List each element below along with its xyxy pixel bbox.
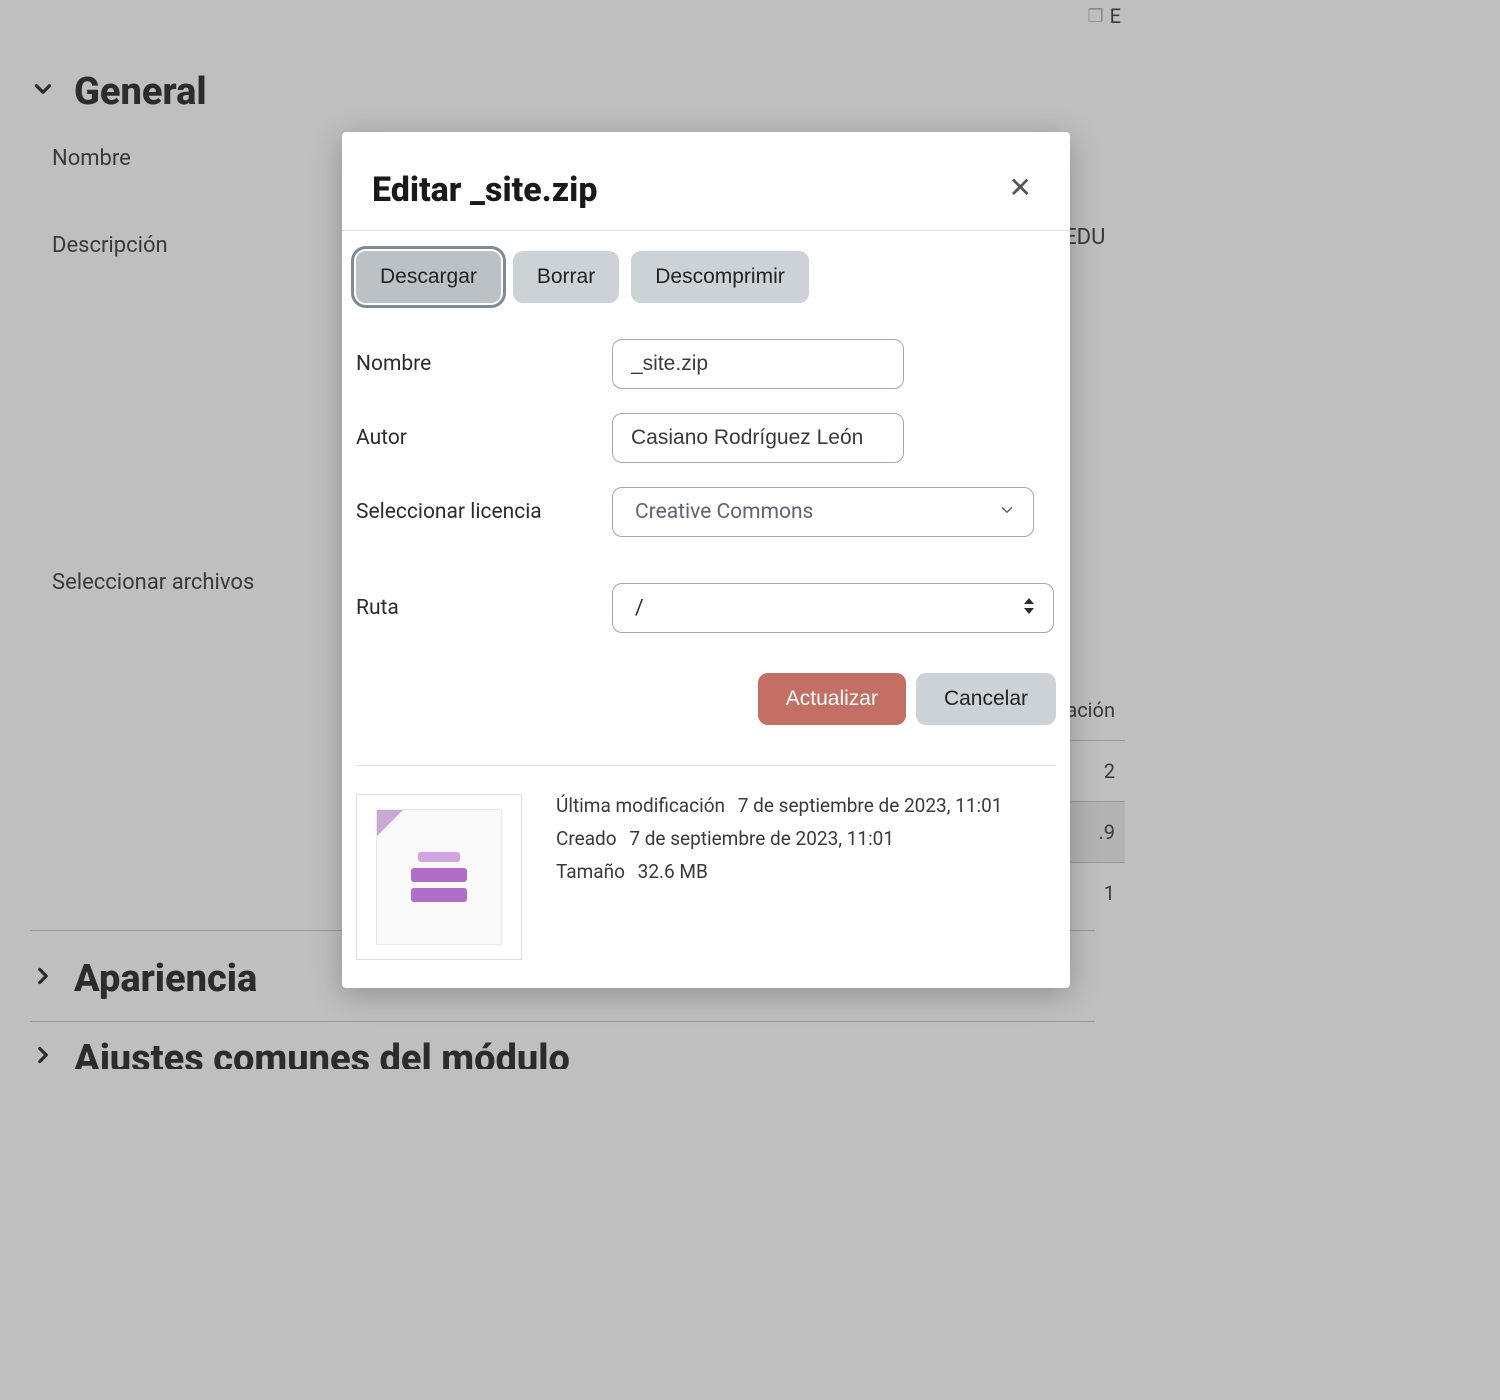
name-label: Nombre	[356, 352, 612, 376]
section-common-header[interactable]: Ajustes comunes del módulo	[30, 1021, 1095, 1069]
license-label: Seleccionar licencia	[356, 500, 612, 524]
file-thumbnail	[356, 794, 522, 960]
path-label: Ruta	[356, 596, 612, 620]
section-common-title: Ajustes comunes del módulo	[74, 1037, 570, 1070]
section-general-header[interactable]: General	[30, 70, 1095, 114]
update-button[interactable]: Actualizar	[758, 673, 906, 725]
chevron-right-icon	[30, 1042, 56, 1069]
delete-button[interactable]: Borrar	[513, 251, 619, 303]
name-input[interactable]	[612, 339, 904, 389]
author-input[interactable]	[612, 413, 904, 463]
cube-icon: ❐	[1087, 6, 1103, 27]
section-general-title: General	[74, 70, 207, 114]
download-button[interactable]: Descargar	[356, 251, 501, 303]
chevron-right-icon	[30, 963, 56, 996]
section-appearance-title: Apariencia	[74, 957, 257, 1001]
archive-icon	[376, 809, 502, 945]
meta-size-label: Tamaño	[556, 860, 625, 883]
bg-label-name: Nombre	[52, 146, 382, 171]
license-select[interactable]: Creative Commons	[612, 487, 1034, 537]
meta-size-value: 32.6 MB	[638, 860, 708, 883]
cancel-button[interactable]: Cancelar	[916, 673, 1056, 725]
meta-modified-value: 7 de septiembre de 2023, 11:01	[738, 794, 1003, 817]
top-right-fragment: ❐ E	[1083, 0, 1125, 32]
author-label: Autor	[356, 426, 612, 450]
meta-created-value: 7 de septiembre de 2023, 11:01	[629, 827, 894, 850]
bg-label-description: Descripción	[52, 233, 382, 258]
edit-file-modal: Editar _site.zip ✕ Descargar Borrar Desc…	[342, 132, 1070, 988]
meta-created-label: Creado	[556, 827, 617, 850]
close-button[interactable]: ✕	[1001, 170, 1040, 206]
meta-modified-label: Última modificación	[556, 794, 725, 817]
bg-label-select-files: Seleccionar archivos	[52, 570, 382, 598]
modal-title: Editar _site.zip	[372, 170, 598, 210]
chevron-down-icon	[30, 76, 56, 109]
path-select[interactable]: /	[612, 583, 1054, 633]
close-icon: ✕	[1009, 172, 1032, 203]
top-right-label: E	[1110, 4, 1121, 28]
unzip-button[interactable]: Descomprimir	[631, 251, 809, 303]
